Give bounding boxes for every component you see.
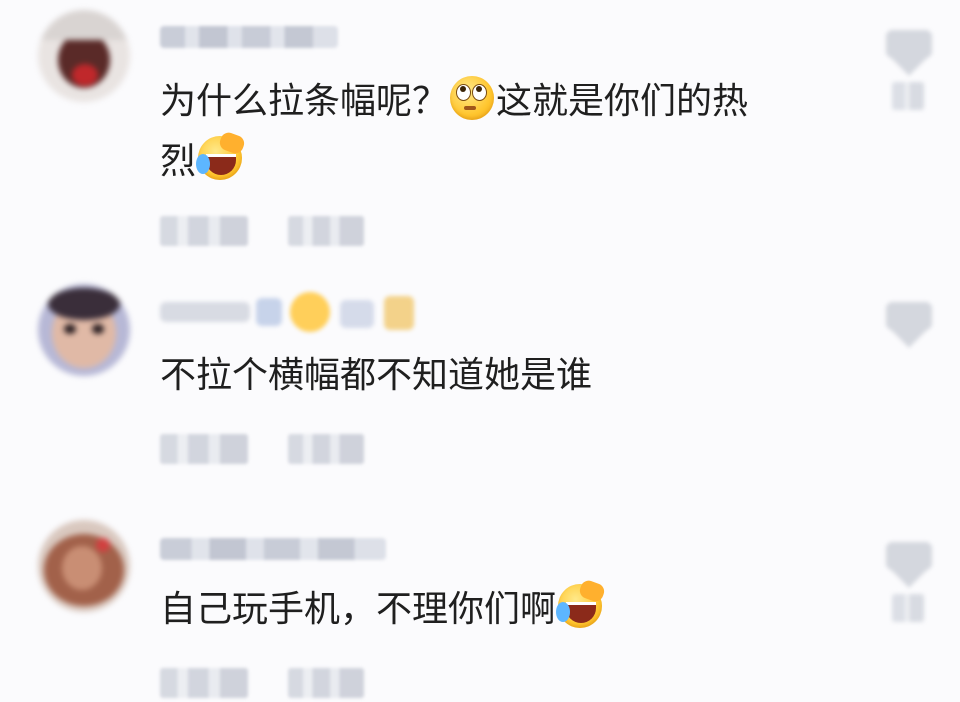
comment-text: 为什么拉条幅呢？ 这就是你们的热 烈 bbox=[160, 72, 860, 192]
comment-text-part: 为什么拉条幅呢？ bbox=[160, 81, 449, 122]
avatar[interactable] bbox=[38, 284, 130, 376]
username-blurred[interactable] bbox=[160, 26, 338, 48]
like-button[interactable] bbox=[880, 302, 938, 386]
comment-text: 不拉个横幅都不知道她是谁 bbox=[160, 346, 860, 406]
timestamp-blurred bbox=[160, 434, 248, 464]
laughing-tears-emoji-icon bbox=[196, 130, 247, 180]
comment-text-part: 不拉个横幅都不知道她是谁 bbox=[160, 355, 593, 396]
like-count-blurred bbox=[892, 594, 924, 622]
comment-text-part: 这就是你们的热 bbox=[496, 81, 749, 122]
avatar[interactable] bbox=[38, 520, 130, 612]
timestamp-blurred bbox=[160, 668, 248, 698]
comment-text: 自己玩手机，不理你们啊 bbox=[160, 578, 860, 640]
thinking-eyes-emoji-icon bbox=[450, 76, 495, 120]
comment-text-part: 烈 bbox=[160, 141, 197, 182]
heart-icon bbox=[886, 30, 932, 70]
comment-text-part: 自己玩手机，不理你们啊 bbox=[160, 589, 557, 630]
like-button[interactable] bbox=[880, 30, 938, 114]
timestamp-blurred bbox=[160, 216, 248, 246]
reply-button-blurred[interactable] bbox=[288, 434, 364, 464]
heart-icon bbox=[886, 302, 932, 342]
like-count-blurred bbox=[892, 82, 924, 110]
reply-button-blurred[interactable] bbox=[288, 216, 364, 246]
avatar[interactable] bbox=[38, 10, 130, 102]
heart-icon bbox=[886, 542, 932, 582]
laughing-tears-emoji-icon bbox=[556, 578, 607, 628]
reply-button-blurred[interactable] bbox=[288, 668, 364, 698]
like-button[interactable] bbox=[880, 542, 938, 626]
comment-screen: { "comments": [ { "text_parts": ["为什么拉条幅… bbox=[0, 0, 960, 702]
username-blurred[interactable] bbox=[160, 538, 386, 560]
username-emoji-blurred[interactable] bbox=[160, 292, 420, 332]
